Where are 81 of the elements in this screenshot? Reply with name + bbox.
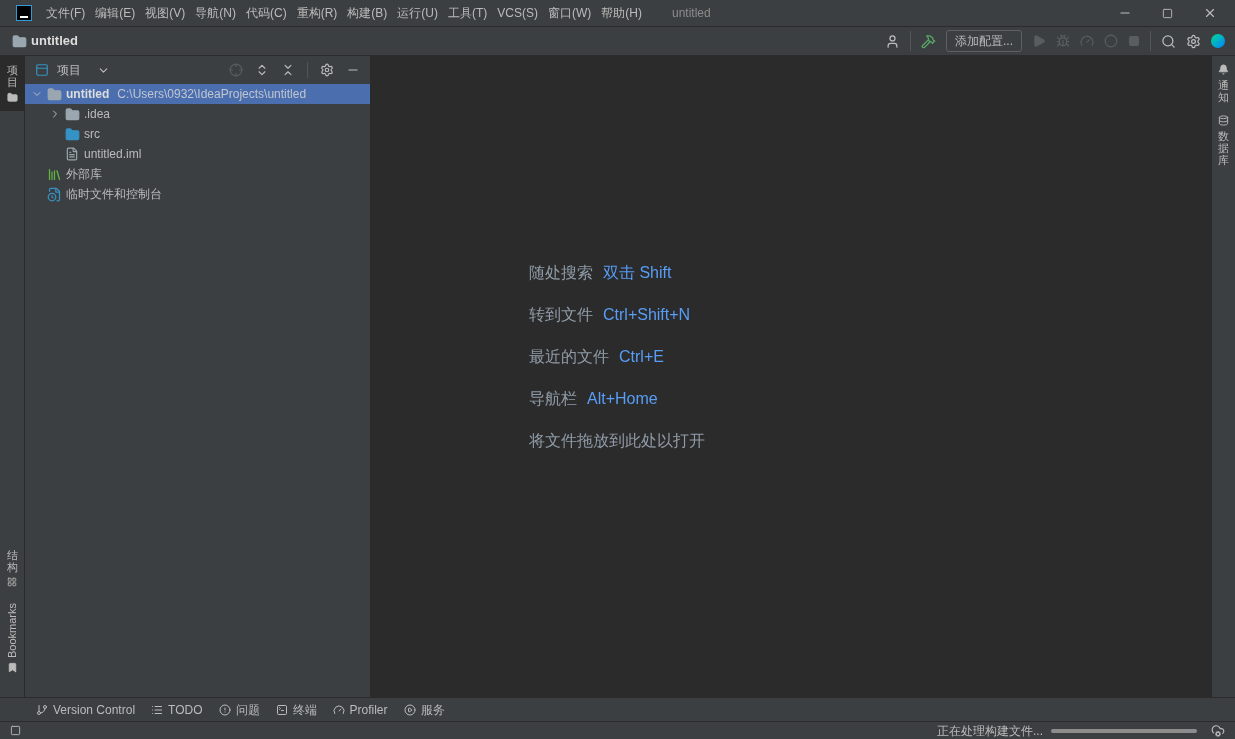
shortcut-text: Ctrl+E [619,346,664,367]
tree-item[interactable]: 外部库 [25,164,370,184]
tool-window-button[interactable]: Profiler [332,700,388,719]
status-message: 正在处理构建文件... [937,722,1043,739]
window-title: untitled [672,5,711,22]
hint-label: 导航栏 [529,388,577,409]
menu-item[interactable]: 帮助(H) [601,4,642,22]
settings-icon[interactable] [320,63,334,77]
hammer-icon[interactable] [921,33,936,49]
tree-item[interactable]: untitled C:\Users\0932\IdeaProjects\untitled [25,84,370,104]
bell-icon [1218,64,1229,75]
shortcut-text: 双击 Shift [603,262,672,283]
tool-window-tab[interactable]: 项目 [0,56,24,112]
bookmark-icon [6,662,18,673]
tree-item[interactable]: src [25,124,370,144]
add-configuration-button[interactable]: 添加配置... [946,30,1022,52]
menu-item[interactable]: 代码(C) [246,4,287,22]
alert-icon [218,703,231,716]
menu-item[interactable]: 编辑(E) [95,4,136,22]
hint-label: 转到文件 [529,304,593,325]
folder-icon [6,92,18,104]
tool-window-tab[interactable]: 结构 [0,540,24,595]
grid-icon [7,576,17,587]
shortcut-text: Alt+Home [587,388,658,409]
tool-window-tab[interactable]: 数据库 [1218,115,1229,167]
search-icon[interactable] [1161,33,1176,49]
library-icon [47,166,62,182]
tree-label: 外部库 [66,166,102,183]
tool-window-button[interactable]: 问题 [218,700,260,719]
folder-icon [65,126,80,142]
collapse-all-icon[interactable] [281,63,295,77]
tree-label: .idea [84,106,111,123]
menu-item[interactable]: 导航(N) [195,4,236,22]
tool-window-button[interactable]: 终端 [275,700,317,719]
menu-item[interactable]: 运行(U) [397,4,438,22]
hint-label: 随处搜索 [529,262,593,283]
tree-label: src [84,126,100,143]
tree-label: untitled [66,86,110,103]
tool-window-button[interactable]: TODO [151,700,203,719]
user-icon[interactable] [885,33,900,49]
menu-item[interactable]: 视图(V) [145,4,186,22]
menu-item[interactable]: 构建(B) [347,4,388,22]
list-icon [151,703,164,716]
panel-title[interactable]: 项目 [57,61,81,79]
close-icon[interactable] [1203,6,1217,20]
tree-label: untitled.iml [84,146,142,163]
tool-window-tab[interactable]: 通知 [1218,64,1229,104]
folder-icon [12,33,27,49]
panel-icon [35,63,49,77]
project-name[interactable]: untitled [31,31,78,51]
tree-item[interactable]: 临时文件和控制台 [25,184,370,204]
folder-icon [65,106,80,122]
menu-item[interactable]: VCS(S) [497,4,538,22]
hint-label: 最近的文件 [529,346,609,367]
cloud-icon[interactable] [1211,723,1225,738]
app-logo-icon [16,5,32,21]
menu-item[interactable]: 窗口(W) [548,4,592,22]
settings-icon[interactable] [1186,33,1201,49]
database-icon [1218,115,1229,127]
gauge-icon [332,703,345,716]
layout-icon[interactable] [10,725,21,736]
path-text: C:\Users\0932\IdeaProjects\untitled [117,86,307,103]
logo-icon[interactable] [1211,34,1225,48]
tree-item[interactable]: untitled.iml [25,144,370,164]
menu-item[interactable]: 重构(R) [296,4,338,22]
tool-window-button[interactable]: 服务 [403,700,445,719]
tool-window-tab[interactable]: Bookmarks [0,594,24,681]
maximize-icon[interactable] [1162,7,1173,19]
shortcut-text: Ctrl+Shift+N [603,304,691,325]
folder-icon [47,86,62,102]
play-icon [403,703,416,716]
tree-label: 临时文件和控制台 [66,186,162,203]
menu-item[interactable]: 工具(T) [448,4,488,22]
terminal-icon [275,703,288,716]
menu-item[interactable]: 文件(F) [46,4,86,22]
tool-window-button[interactable]: Version Control [36,700,136,719]
branch-icon [36,703,48,716]
tree-item[interactable]: .idea [25,104,370,124]
file-icon [65,146,80,162]
hint-label: 将文件拖放到此处以打开 [529,430,705,451]
scratch-icon [47,186,62,202]
